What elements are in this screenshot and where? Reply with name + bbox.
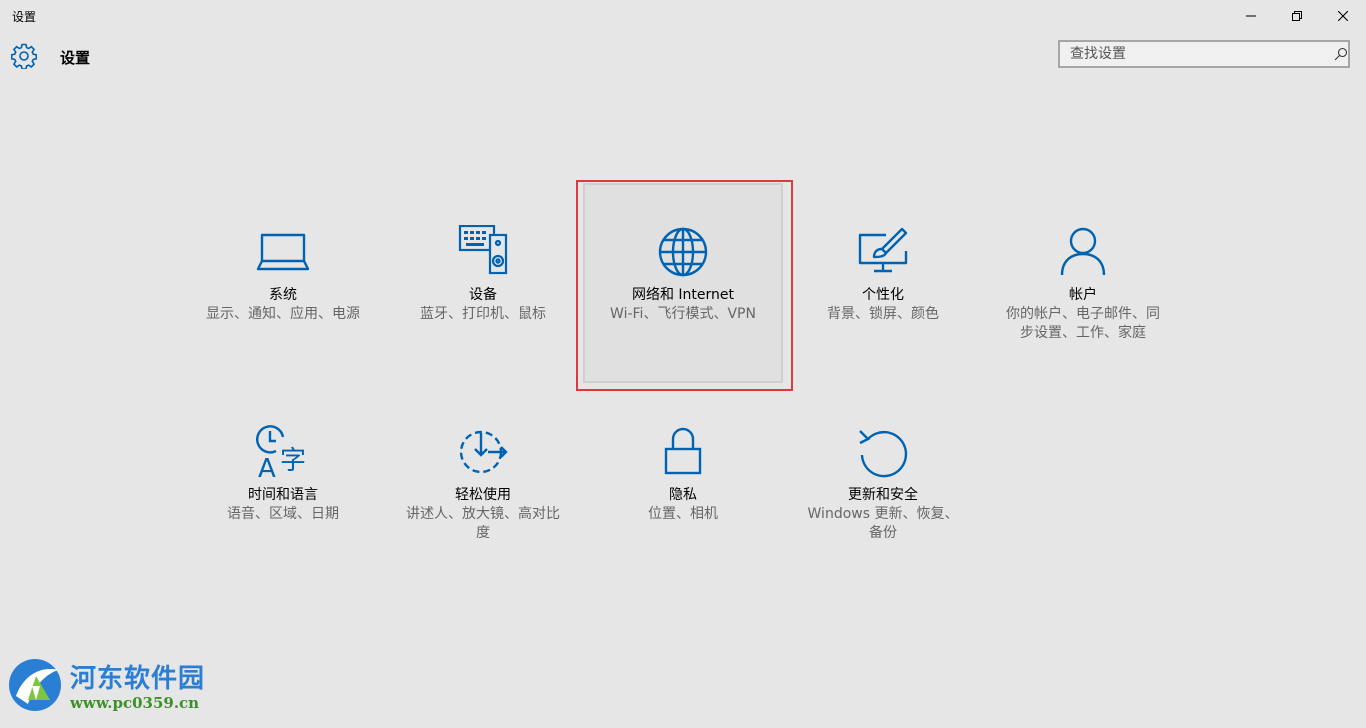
laptop-icon — [256, 225, 310, 279]
tile-ease-of-access[interactable]: 轻松使用 讲述人、放大镜、高对比度 — [383, 383, 583, 583]
search-box[interactable] — [1058, 40, 1350, 68]
lock-icon — [656, 425, 710, 479]
watermark: 河东软件园 www.pc0359.cn — [6, 656, 216, 716]
gear-icon — [11, 43, 37, 69]
tile-description: 你的帐户、电子邮件、同步设置、工作、家庭 — [1006, 306, 1160, 341]
watermark-url: www.pc0359.cn — [70, 694, 200, 712]
update-icon — [856, 425, 910, 479]
tile-privacy[interactable]: 隐私 位置、相机 — [583, 383, 783, 583]
tile-title: 设备 — [469, 287, 497, 303]
search-input[interactable] — [1060, 42, 1320, 66]
tile-time-language[interactable]: A 字 时间和语言 语音、区域、日期 — [183, 383, 383, 583]
personalize-icon — [856, 225, 910, 279]
ease-of-access-icon — [456, 425, 510, 479]
tile-update-security[interactable]: 更新和安全 Windows 更新、恢复、备份 — [783, 383, 983, 583]
tile-description: 位置、相机 — [648, 506, 718, 522]
tile-devices[interactable]: 设备 蓝牙、打印机、鼠标 — [383, 183, 583, 383]
tile-title: 轻松使用 — [455, 487, 511, 503]
window-title: 设置 — [12, 10, 37, 24]
settings-window: 设置 设置 查找设置 系统 显示、通知、应用、电源 设备 蓝牙、打印机、鼠标 网… — [0, 0, 1366, 728]
title-bar: 设置 — [0, 0, 1366, 32]
tile-title: 系统 — [269, 287, 297, 303]
minimize-icon — [1246, 15, 1256, 17]
tile-accounts[interactable]: 帐户 你的帐户、电子邮件、同步设置、工作、家庭 — [983, 183, 1183, 383]
tile-title: 帐户 — [1069, 287, 1097, 303]
time-language-icon: A 字 — [256, 425, 310, 479]
svg-text:字: 字 — [280, 446, 306, 476]
tile-network-internet[interactable]: 网络和 Internet Wi-Fi、飞行模式、VPN — [583, 183, 783, 383]
watermark-logo-icon — [9, 659, 61, 711]
minimize-button[interactable] — [1228, 0, 1274, 32]
tile-description: Wi-Fi、飞行模式、VPN — [610, 306, 756, 322]
tile-title: 网络和 Internet — [631, 287, 735, 303]
tile-description: 显示、通知、应用、电源 — [206, 306, 360, 322]
tile-description: 背景、锁屏、颜色 — [827, 306, 939, 322]
tile-description: 蓝牙、打印机、鼠标 — [420, 306, 546, 322]
tile-title: 隐私 — [669, 487, 697, 503]
devices-icon — [456, 225, 510, 279]
restore-button[interactable] — [1274, 0, 1320, 32]
close-icon — [1338, 11, 1348, 21]
tile-title: 更新和安全 — [848, 487, 918, 503]
page-title: 设置 — [60, 49, 91, 67]
globe-icon — [656, 225, 710, 279]
tile-title: 个性化 — [862, 287, 904, 303]
tile-title: 时间和语言 — [248, 487, 318, 503]
tile-description: 讲述人、放大镜、高对比度 — [406, 506, 560, 541]
tile-personalization[interactable]: 个性化 背景、锁屏、颜色 — [783, 183, 983, 383]
close-button[interactable] — [1320, 0, 1366, 32]
svg-text:A: A — [258, 454, 276, 479]
restore-icon — [1292, 11, 1302, 21]
tile-system[interactable]: 系统 显示、通知、应用、电源 — [183, 183, 383, 383]
tile-description: Windows 更新、恢复、备份 — [807, 506, 959, 541]
watermark-name: 河东软件园 — [70, 664, 206, 694]
search-icon[interactable] — [1334, 47, 1348, 61]
tile-description: 语音、区域、日期 — [227, 506, 339, 522]
person-icon — [1056, 225, 1110, 279]
